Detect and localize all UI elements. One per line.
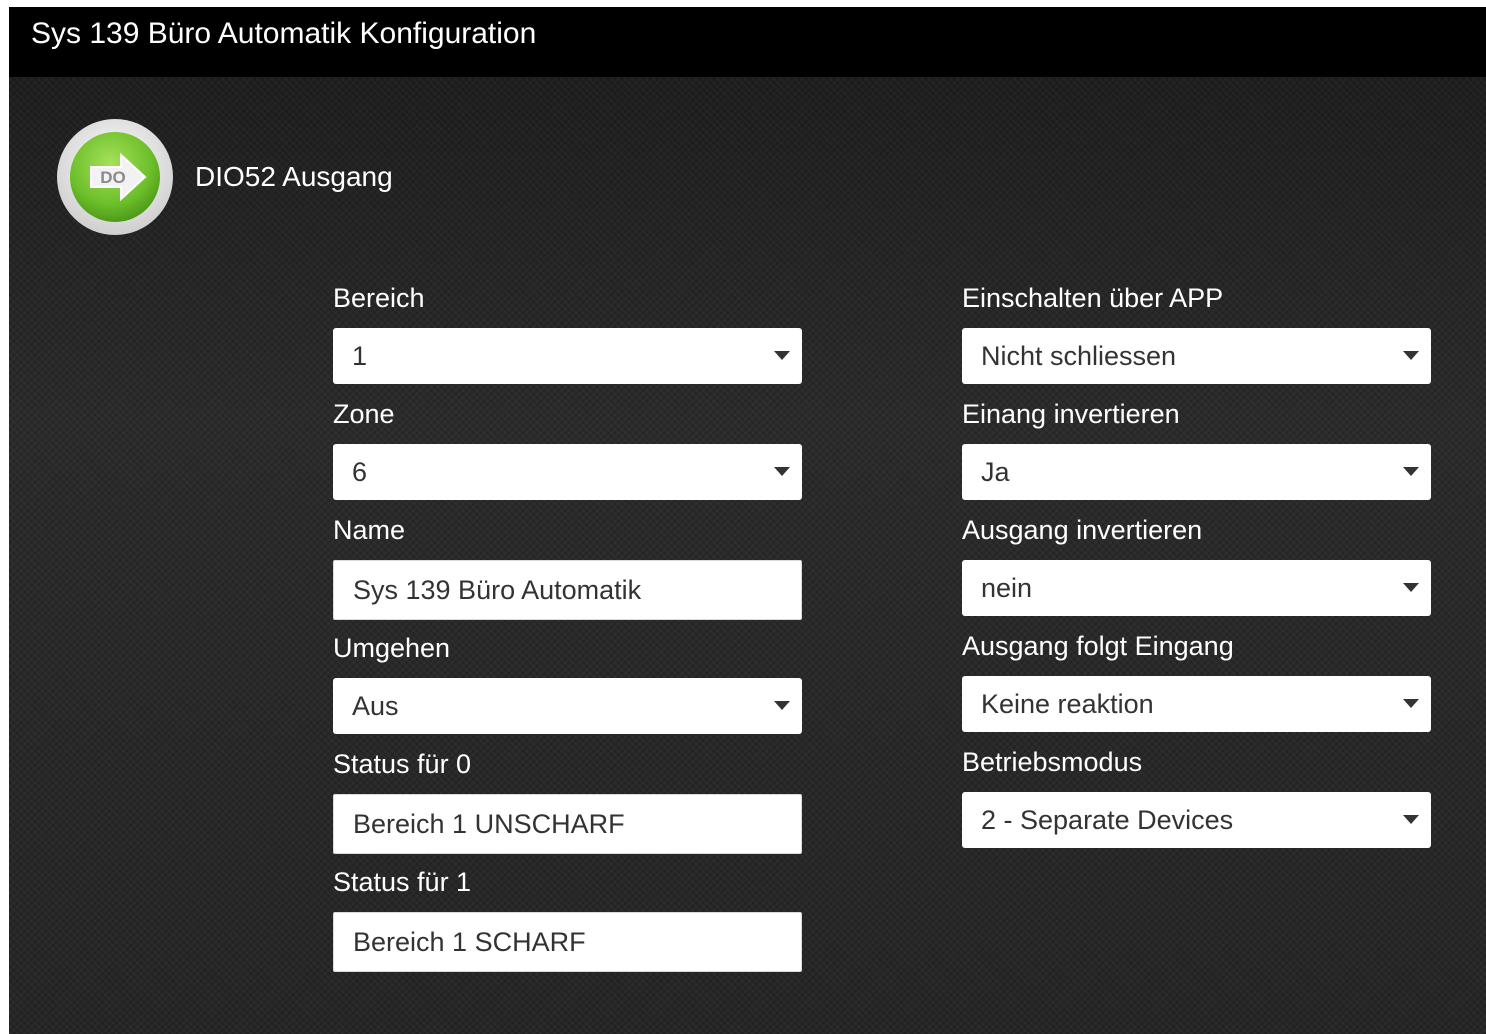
eingang-invertieren-value: Ja [981,457,1010,487]
name-label: Name [333,515,406,545]
ausgang-folgt-select[interactable]: Keine reaktion [962,676,1431,732]
device-name: DIO52 Ausgang [195,161,393,192]
zone-label: Zone [333,399,395,429]
status1-input[interactable]: Bereich 1 SCHARF [333,912,802,972]
caret-down-icon [1403,815,1419,824]
name-value: Sys 139 Büro Automatik [353,575,642,605]
zone-value: 6 [352,457,368,487]
caret-down-icon [774,701,790,710]
eingang-invertieren-select[interactable]: Ja [962,444,1431,500]
caret-down-icon [1403,351,1419,360]
caret-down-icon [1403,699,1419,708]
umgehen-select[interactable]: Aus [333,678,802,734]
betriebsmodus-label: Betriebsmodus [962,747,1143,777]
caret-down-icon [774,467,790,476]
ausgang-invertieren-value: nein [981,573,1033,603]
status0-label: Status für 0 [333,749,472,779]
name-input[interactable]: Sys 139 Büro Automatik [333,560,802,620]
caret-down-icon [1403,583,1419,592]
config-panel: Sys 139 Büro Automatik Konfiguration DO … [9,7,1486,1034]
bereich-select[interactable]: 1 [333,328,802,384]
bereich-value: 1 [352,341,368,371]
betriebsmodus-value: 2 - Separate Devices [981,805,1234,835]
page-title: Sys 139 Büro Automatik Konfiguration [31,17,537,50]
right-column: Einschalten über APP Nicht schliessen Ei… [962,282,1431,862]
left-column: Bereich 1 Zone 6 Name Sys 139 Büro Autom… [333,282,802,984]
ausgang-folgt-value: Keine reaktion [981,689,1154,719]
umgehen-label: Umgehen [333,633,451,663]
betriebsmodus-select[interactable]: 2 - Separate Devices [962,792,1431,848]
do-output-arrow-icon: DO [55,117,175,237]
status1-value: Bereich 1 SCHARF [353,927,586,957]
caret-down-icon [1403,467,1419,476]
status0-input[interactable]: Bereich 1 UNSCHARF [333,794,802,854]
umgehen-value: Aus [352,691,399,721]
bereich-label: Bereich [333,283,425,313]
status0-value: Bereich 1 UNSCHARF [353,809,625,839]
ausgang-invertieren-select[interactable]: nein [962,560,1431,616]
caret-down-icon [774,351,790,360]
einschalten-value: Nicht schliessen [981,341,1177,371]
ausgang-invertieren-label: Ausgang invertieren [962,515,1203,545]
einschalten-label: Einschalten über APP [962,283,1224,313]
status1-label: Status für 1 [333,867,472,897]
ausgang-folgt-label: Ausgang folgt Eingang [962,631,1234,661]
title-bar: Sys 139 Büro Automatik Konfiguration [9,7,1486,77]
zone-select[interactable]: 6 [333,444,802,500]
do-icon-text: DO [100,168,126,187]
einschalten-select[interactable]: Nicht schliessen [962,328,1431,384]
eingang-invertieren-label: Einang invertieren [962,399,1180,429]
